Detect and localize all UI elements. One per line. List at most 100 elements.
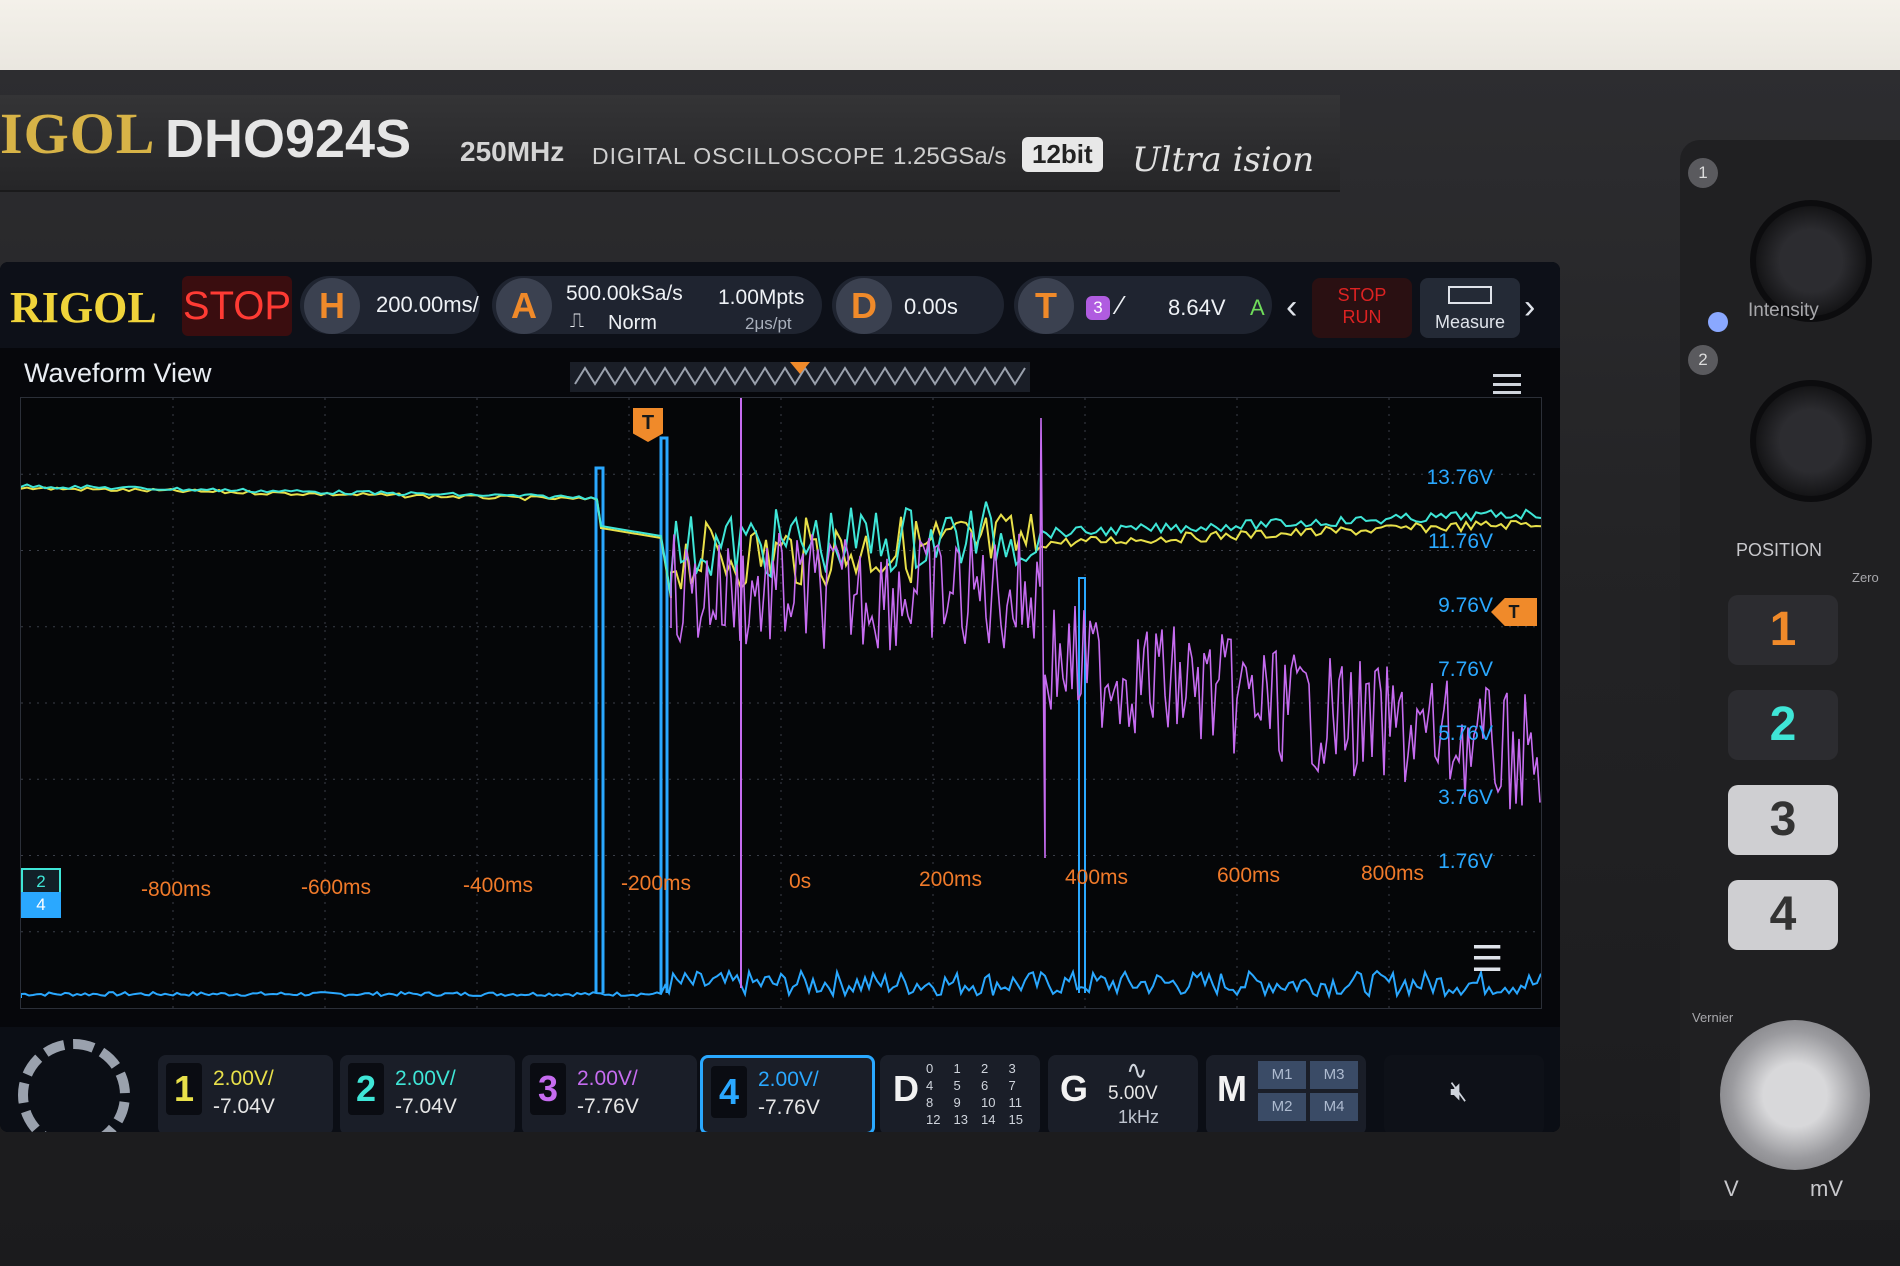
channel-button-2[interactable]: 2 xyxy=(1728,690,1838,760)
bit-depth-badge: 12bit xyxy=(1022,137,1103,172)
vertical-scale-knob[interactable] xyxy=(1720,1020,1870,1170)
channel-2-scale: 2.00V/ xyxy=(395,1067,456,1090)
volt-label: V xyxy=(1724,1176,1739,1201)
timebase-value: 200.00ms/ xyxy=(376,292,479,317)
x-label-8: 800ms xyxy=(1361,862,1425,885)
ch4-spike xyxy=(594,466,605,993)
waveform-grid[interactable]: T T 2 4 ☰ 13.76V 11.76V 9.76V 7.76V 5.76… xyxy=(20,397,1542,1009)
ch4-trace xyxy=(20,967,1542,1000)
chevron-right-icon[interactable]: › xyxy=(1524,288,1535,327)
channel-1-box[interactable]: 1 2.00V/ -7.04V xyxy=(158,1055,333,1132)
horizontal-icon[interactable]: H xyxy=(304,278,360,334)
vernier-label: Vernier xyxy=(1692,1010,1734,1025)
x-label-0: -800ms xyxy=(141,878,212,901)
run-label: RUN xyxy=(1342,307,1382,327)
channel-4-box[interactable]: 4 2.00V/ -7.76V xyxy=(700,1055,875,1132)
ch4-spike-3 xyxy=(1078,577,1086,993)
digital-box[interactable]: D 0 1 2 3 4 5 6 7 8 9 10 11 12 13 14 15 xyxy=(880,1055,1040,1132)
math-box[interactable]: M M1 M3 M2 M4 xyxy=(1206,1055,1366,1132)
math-item-m2[interactable]: M2 xyxy=(1258,1093,1306,1121)
digital-bit-4: 4 xyxy=(926,1078,934,1093)
delay-value: 0.00s xyxy=(904,294,958,319)
channel-bar: 1 2.00V/ -7.04V 2 2.00V/ -7.04V 3 2.00V/… xyxy=(0,1027,1560,1132)
digital-bit-13: 13 xyxy=(953,1112,968,1127)
digital-bit-3: 3 xyxy=(1008,1061,1016,1076)
channel-1-number: 1 xyxy=(166,1063,202,1115)
waveform-traces xyxy=(20,398,1542,1008)
x-label-6: 400ms xyxy=(1065,866,1129,889)
ch2-trace xyxy=(20,483,1542,597)
channel-2-number: 2 xyxy=(348,1063,384,1115)
channel-2-offset: -7.04V xyxy=(395,1095,457,1118)
ch4-spike-2 xyxy=(659,436,669,993)
trigger-icon[interactable]: T xyxy=(1018,278,1074,334)
channel-button-4[interactable]: 4 xyxy=(1728,880,1838,950)
ch3-trace xyxy=(670,417,1541,859)
second-knob[interactable] xyxy=(1750,380,1872,502)
waveform-view-title: Waveform View xyxy=(24,358,212,388)
memory-overview[interactable] xyxy=(570,362,1030,392)
math-item-m1[interactable]: M1 xyxy=(1258,1061,1306,1089)
trigger-source-badge: 3 xyxy=(1086,296,1110,320)
digital-bit-5: 5 xyxy=(953,1078,961,1093)
channel-button-1[interactable]: 1 xyxy=(1728,595,1838,665)
digital-bit-2: 2 xyxy=(981,1061,989,1076)
y-label-5: 3.76V xyxy=(1438,786,1493,809)
chevron-left-icon[interactable]: ‹ xyxy=(1286,288,1297,327)
channel-button-3[interactable]: 3 xyxy=(1728,785,1838,855)
digital-bits: 0 1 2 3 4 5 6 7 8 9 10 11 12 13 14 15 xyxy=(926,1061,1036,1127)
intensity-label: Intensity xyxy=(1748,300,1819,321)
speaker-mute-icon: 🔇︎ xyxy=(1450,1075,1468,1106)
acquire-icon[interactable]: A xyxy=(496,278,552,334)
run-status[interactable]: STOP xyxy=(182,276,292,336)
knob-2-badge: 2 xyxy=(1688,345,1718,375)
memory-depth: 1.00Mpts xyxy=(718,286,805,309)
y-label-0: 13.76V xyxy=(1426,466,1493,489)
x-label-4: 0s xyxy=(789,870,812,893)
math-item-m4[interactable]: M4 xyxy=(1310,1093,1358,1121)
ch4-ground-marker[interactable]: 4 xyxy=(21,892,61,918)
x-label-2: -400ms xyxy=(463,874,534,897)
time-per-point: 2μs/pt xyxy=(745,314,792,333)
channel-3-number: 3 xyxy=(530,1063,566,1115)
generator-label: G xyxy=(1059,1068,1088,1109)
y-label-4: 5.76V xyxy=(1438,722,1493,745)
brand-logo: IGOL xyxy=(0,101,156,166)
channel-4-offset: -7.76V xyxy=(758,1096,820,1119)
scope-screen: RIGOL STOP H 200.00ms/ A 500.00kSa/s ⎍ N… xyxy=(0,262,1560,1132)
ch2-ground-marker[interactable]: 2 xyxy=(21,868,61,894)
digital-bit-8: 8 xyxy=(926,1095,934,1110)
digital-bit-7: 7 xyxy=(1008,1078,1016,1093)
sine-wave-icon: ∿ xyxy=(1126,1055,1148,1085)
channel-2-box[interactable]: 2 2.00V/ -7.04V xyxy=(340,1055,515,1132)
y-label-2: 9.76V xyxy=(1438,594,1493,617)
measure-button[interactable]: Measure xyxy=(1420,278,1520,338)
collapse-menu-icon[interactable]: ☰ xyxy=(1471,938,1503,980)
math-label: M xyxy=(1217,1068,1247,1109)
digital-bit-10: 10 xyxy=(981,1095,996,1110)
generator-amplitude: 5.00V xyxy=(1108,1083,1158,1104)
digital-bit-12: 12 xyxy=(926,1112,941,1127)
y-label-3: 7.76V xyxy=(1438,658,1493,681)
screen-logo: RIGOL xyxy=(10,283,157,332)
side-panel: 1 Intensity 2 POSITION Zero 1 2 3 4 Vern… xyxy=(1680,140,1900,1220)
delay-icon[interactable]: D xyxy=(836,278,892,334)
x-label-7: 600ms xyxy=(1217,864,1281,887)
channel-1-scale: 2.00V/ xyxy=(213,1067,274,1090)
knob-1-badge: 1 xyxy=(1688,158,1718,188)
menu-icon[interactable] xyxy=(1493,374,1521,394)
model-name: DHO924S xyxy=(165,109,412,169)
x-label-1: -600ms xyxy=(301,876,372,899)
stop-run-button[interactable]: STOP RUN xyxy=(1312,278,1412,338)
math-item-m3[interactable]: M3 xyxy=(1310,1061,1358,1089)
max-sample-rate: 1.25GSa/s xyxy=(893,143,1007,170)
digital-bit-15: 15 xyxy=(1008,1112,1023,1127)
channel-3-box[interactable]: 3 2.00V/ -7.76V xyxy=(522,1055,697,1132)
rigol-menu-gear-icon[interactable] xyxy=(18,1039,130,1132)
generator-frequency: 1kHz xyxy=(1118,1107,1160,1127)
stop-label: STOP xyxy=(1337,285,1387,305)
zero-label: Zero xyxy=(1852,570,1879,585)
device-description: DIGITAL OSCILLOSCOPE xyxy=(592,143,886,169)
generator-box[interactable]: G ∿ 5.00V 1kHz xyxy=(1048,1055,1198,1132)
sound-button[interactable]: 🔇︎ xyxy=(1384,1055,1544,1132)
